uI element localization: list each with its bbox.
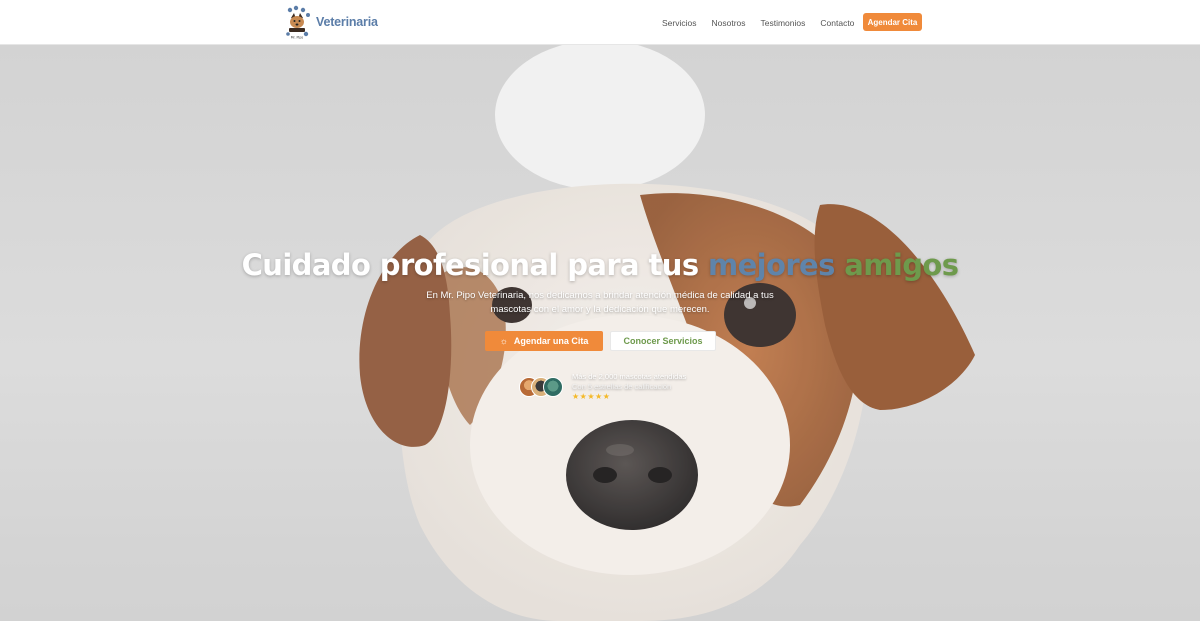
nav-link-testimonios[interactable]: Testimonios <box>761 18 806 28</box>
social-proof-text: Más de 2,000 mascotas atendidas Con 5 es… <box>572 372 686 402</box>
brand-link[interactable]: Mr. Pipo Veterinaria <box>282 4 378 40</box>
agendar-una-cita-button[interactable]: ☼ Agendar una Cita <box>485 331 603 351</box>
logo-text: Mr. Pipo <box>291 36 304 40</box>
hero-section: Cuidado profesional para tus mejores ami… <box>0 45 1200 621</box>
social-proof: Más de 2,000 mascotas atendidas Con 5 es… <box>519 372 686 402</box>
agendar-una-cita-label: Agendar una Cita <box>513 336 589 346</box>
avatar <box>543 377 563 397</box>
hero-title: Cuidado profesional para tus mejores ami… <box>0 248 1200 282</box>
nav-agendar-cita-button[interactable]: Agendar Cita <box>863 13 922 31</box>
rating-stars: ★★★★★ <box>572 392 611 401</box>
nav-link-nosotros[interactable]: Nosotros <box>711 18 745 28</box>
nav-link-servicios[interactable]: Servicios <box>662 18 696 28</box>
brand-name: Veterinaria <box>316 15 378 29</box>
calificacion-text: Con 5 estrellas de calificación <box>572 382 672 391</box>
hero-title-main: Cuidado profesional para tus <box>241 248 708 282</box>
nav-links: Servicios Nosotros Testimonios Contacto <box>662 0 869 45</box>
nav-link-contacto[interactable]: Contacto <box>820 18 854 28</box>
hero-title-highlight-2: amigos <box>844 248 959 282</box>
conocer-servicios-button[interactable]: Conocer Servicios <box>610 331 716 351</box>
hero-subtitle: En Mr. Pipo Veterinaria, nos dedicamos a… <box>426 290 774 315</box>
sun-icon: ☼ <box>499 336 508 346</box>
navbar: Mr. Pipo Veterinaria Servicios Nosotros … <box>0 0 1200 45</box>
pet-avatars <box>519 377 563 397</box>
mascotas-atendidas-text: Más de 2,000 mascotas atendidas <box>572 372 687 381</box>
logo-icon: Mr. Pipo <box>286 5 310 40</box>
hero-title-highlight-1: mejores <box>708 248 835 282</box>
